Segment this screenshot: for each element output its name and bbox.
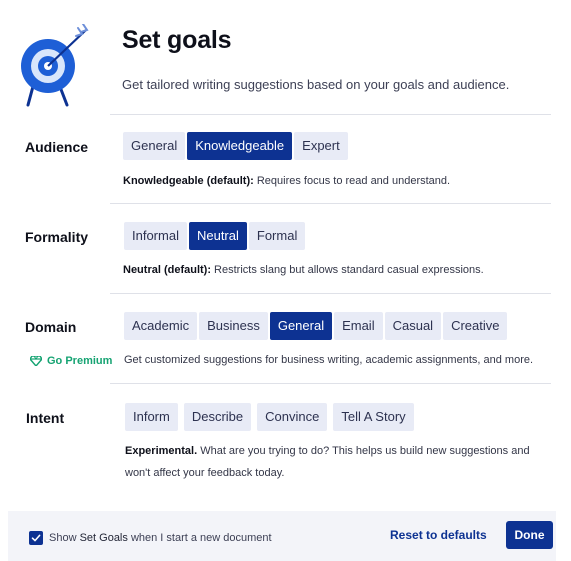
checkmark-icon [31, 534, 41, 542]
intent-option-inform[interactable]: Inform [125, 403, 178, 431]
formality-description: Neutral (default): Restricts slang but a… [123, 259, 484, 281]
show-set-goals-label-bold: Set Goals [79, 532, 128, 544]
audience-label: Audience [25, 139, 89, 155]
domain-option-casual[interactable]: Casual [384, 312, 442, 340]
formality-description-bold: Neutral (default): [123, 264, 211, 276]
formality-option-informal[interactable]: Informal [124, 222, 187, 250]
done-button[interactable]: Done [506, 521, 553, 549]
divider [110, 383, 551, 384]
domain-option-email[interactable]: Email [334, 312, 383, 340]
domain-description: Get customized suggestions for business … [124, 354, 534, 366]
show-set-goals-label: Show Set Goals when I start a new docume… [49, 532, 272, 544]
domain-options: Academic Business General Email Casual C… [124, 312, 508, 340]
audience-description-bold: Knowledgeable (default): [123, 175, 254, 187]
show-set-goals-checkbox[interactable] [29, 531, 43, 545]
dialog-title: Set goals [122, 26, 232, 54]
intent-description: Experimental. What are you trying to do?… [125, 440, 530, 484]
formality-options: Informal Neutral Formal [124, 222, 306, 250]
audience-option-expert[interactable]: Expert [294, 132, 348, 160]
go-premium-label: Go Premium [47, 355, 113, 367]
intent-description-line1: What are you trying to do? This helps us… [197, 445, 530, 457]
formality-label: Formality [25, 229, 89, 245]
target-with-arrow-icon [20, 23, 100, 108]
formality-description-text: Restricts slang but allows standard casu… [211, 264, 484, 276]
audience-option-general[interactable]: General [123, 132, 186, 160]
intent-option-tell-a-story[interactable]: Tell A Story [333, 403, 414, 431]
intent-options: Inform Describe Convince Tell A Story [125, 403, 414, 431]
intent-option-convince[interactable]: Convince [257, 403, 328, 431]
dialog-subtitle: Get tailored writing suggestions based o… [122, 77, 510, 92]
formality-option-neutral[interactable]: Neutral [188, 222, 247, 250]
show-set-goals-label-post: when I start a new document [127, 532, 272, 544]
divider [110, 114, 551, 115]
intent-option-describe[interactable]: Describe [183, 403, 252, 431]
dialog-footer: Show Set Goals when I start a new docume… [8, 511, 556, 561]
audience-options: General Knowledgeable Expert [123, 132, 348, 160]
audience-description-text: Requires focus to read and understand. [253, 175, 451, 187]
formality-option-formal[interactable]: Formal [248, 222, 306, 250]
audience-description: Knowledgeable (default): Requires focus … [123, 170, 450, 192]
intent-description-line2: won't affect your feedback today. [125, 467, 285, 479]
domain-option-general[interactable]: General [269, 312, 333, 340]
intent-description-bold: Experimental. [125, 445, 198, 457]
reset-to-defaults-button[interactable]: Reset to defaults [390, 528, 487, 542]
intent-label: Intent [26, 410, 65, 426]
set-goals-dialog: Set goals Get tailored writing suggestio… [0, 0, 571, 561]
audience-option-knowledgeable[interactable]: Knowledgeable [187, 132, 293, 160]
show-set-goals-label-pre: Show [49, 532, 80, 544]
diamond-icon [30, 356, 42, 366]
domain-label: Domain [25, 319, 77, 335]
domain-option-academic[interactable]: Academic [124, 312, 198, 340]
go-premium-link[interactable]: Go Premium [30, 355, 112, 367]
domain-option-business[interactable]: Business [199, 312, 268, 340]
divider [110, 293, 551, 294]
divider [110, 203, 551, 204]
domain-option-creative[interactable]: Creative [443, 312, 508, 340]
